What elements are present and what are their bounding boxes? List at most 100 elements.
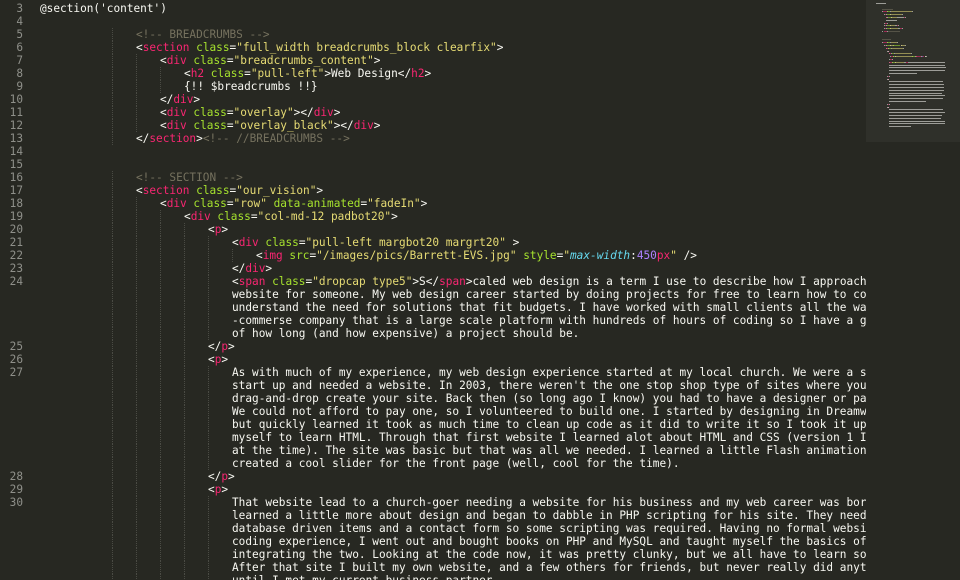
- token: That website lead to a church-goer needi…: [232, 496, 866, 509]
- code-text: <div class="overlay_black"></div>: [160, 119, 380, 132]
- token: <: [160, 197, 167, 210]
- code-line[interactable]: myself to learn HTML. Through that first…: [0, 431, 866, 444]
- code-text: database driven items and a contact form…: [232, 522, 866, 535]
- code-line[interactable]: After that site I built my own website, …: [0, 561, 866, 574]
- indent-guide: [112, 444, 113, 457]
- code-line[interactable]: of how long (and how expensive) a projec…: [0, 327, 866, 340]
- code-line[interactable]: understand the need for solutions that f…: [0, 301, 866, 314]
- code-line[interactable]: 19 <div class="col-md-12 padbot20">: [0, 210, 866, 223]
- indent-guide: [112, 496, 113, 509]
- code-line[interactable]: 6 <section class="full_width breadcrumbs_…: [0, 41, 866, 54]
- code-line[interactable]: 29 <p>: [0, 483, 866, 496]
- code-line[interactable]: learned a little more about design and b…: [0, 509, 866, 522]
- indent-guide: [136, 548, 137, 561]
- code-line[interactable]: 7 <div class="breadcrumbs_content">: [0, 54, 866, 67]
- indent-guide: [208, 574, 209, 580]
- code-line[interactable]: 21 <div class="pull-left margbot20 margrt…: [0, 236, 866, 249]
- token: </: [208, 470, 222, 483]
- code-line[interactable]: We could not afford to pay one, so I vol…: [0, 405, 866, 418]
- token: class: [193, 197, 227, 210]
- code-line[interactable]: 4: [0, 15, 866, 28]
- code-line[interactable]: 13 </section><!-- //BREADCRUMBS -->: [0, 132, 866, 145]
- indent-guide: [160, 67, 161, 80]
- token: "our_vision": [236, 184, 317, 197]
- code-line[interactable]: 15: [0, 158, 866, 171]
- indent-guide: [208, 431, 209, 444]
- indent-guide: [160, 275, 161, 288]
- token: <: [184, 210, 191, 223]
- indent-guide: [112, 314, 113, 327]
- code-line[interactable]: 18 <div class="row" data-animated="fadeIn…: [0, 197, 866, 210]
- code-line[interactable]: coding experience, I went out and bought…: [0, 535, 866, 548]
- line-number: 11: [9, 106, 23, 119]
- code-line[interactable]: 14: [0, 145, 866, 158]
- code-line[interactable]: 3 @section('content'): [0, 2, 866, 15]
- token: div: [245, 262, 266, 275]
- line-number: 27: [9, 366, 23, 379]
- line-number: 14: [9, 145, 23, 158]
- minimap-stroke: [888, 106, 889, 108]
- code-editor[interactable]: 3 @section('content') 4 5 <!-- BREADCRUMBS -…: [0, 0, 866, 580]
- code-line[interactable]: website for someone. My web design caree…: [0, 288, 866, 301]
- code-line[interactable]: 17 <section class="our_vision">: [0, 184, 866, 197]
- code-line[interactable]: 30 That website lead to a church-goer nee…: [0, 496, 866, 509]
- minimap-stroke: [888, 92, 943, 94]
- code-line[interactable]: 22 <img src="/images/pics/Barrett-EVS.jpg…: [0, 249, 866, 262]
- indent-guide: [112, 119, 113, 132]
- token: ></: [293, 106, 314, 119]
- code-line[interactable]: 25 </p>: [0, 340, 866, 353]
- indent-guide: [160, 262, 161, 275]
- code-line[interactable]: 24 <span class="dropcap type5">S</span>ca…: [0, 275, 866, 288]
- code-line[interactable]: 5 <!-- BREADCRUMBS -->: [0, 28, 866, 41]
- token: max-width: [570, 249, 631, 262]
- token: :: [630, 249, 637, 262]
- minimap-stroke: [925, 56, 927, 58]
- token: div: [190, 210, 211, 223]
- minimap-stroke: [895, 56, 912, 58]
- indent-guide: [160, 236, 161, 249]
- code-line[interactable]: 8 <h2 class="pull-left">Web Design</h2>: [0, 67, 866, 80]
- minimap-stroke: [888, 50, 889, 52]
- indent-guide: [184, 405, 185, 418]
- code-line[interactable]: 16 <!-- SECTION -->: [0, 171, 866, 184]
- indent-guide: [160, 353, 161, 366]
- code-line[interactable]: drag-and-drop create your site. Back the…: [0, 392, 866, 405]
- indent-guide: [136, 496, 137, 509]
- code-line[interactable]: 26 <p>: [0, 353, 866, 366]
- code-line[interactable]: but quickly learned it took as much time…: [0, 418, 866, 431]
- code-line[interactable]: created a cool slider for the front page…: [0, 457, 866, 470]
- code-line[interactable]: database driven items and a contact form…: [0, 522, 866, 535]
- indent-guide: [160, 444, 161, 457]
- code-line[interactable]: 10 </div>: [0, 93, 866, 106]
- indent-guide: [112, 405, 113, 418]
- token: learned a little more about design and b…: [232, 509, 866, 522]
- code-line[interactable]: 28 </p>: [0, 470, 866, 483]
- indent-guide: [112, 106, 113, 119]
- code-line[interactable]: 11 <div class="overlay"></div>: [0, 106, 866, 119]
- minimap-stroke: [898, 25, 899, 27]
- code-text: As with much of my experience, my web de…: [232, 366, 866, 379]
- code-line[interactable]: 9 {!! $breadcrumbs !!}: [0, 80, 866, 93]
- code-line[interactable]: 20 <p>: [0, 223, 866, 236]
- indent-guide: [112, 262, 113, 275]
- token: >: [228, 340, 235, 353]
- code-line[interactable]: start up and needed a website. In 2003, …: [0, 379, 866, 392]
- code-line[interactable]: until I met my current business partner.: [0, 574, 866, 580]
- code-line[interactable]: 23 </div>: [0, 262, 866, 275]
- code-line[interactable]: -commerse company that is a large scale …: [0, 314, 866, 327]
- minimap-stroke: [888, 70, 946, 72]
- minimap[interactable]: [866, 0, 960, 580]
- token: After that site I built my own website, …: [232, 561, 866, 574]
- indent-guide: [160, 327, 161, 340]
- code-text: <div class="row" data-animated="fadeIn">: [160, 197, 427, 210]
- code-line[interactable]: 27 As with much of my experience, my web …: [0, 366, 866, 379]
- token: =: [250, 210, 258, 223]
- indent-guide: [136, 210, 137, 223]
- token: ": [670, 249, 677, 262]
- minimap-stroke: [887, 31, 900, 32]
- code-text: {!! $breadcrumbs !!}: [184, 80, 318, 93]
- code-line[interactable]: integrating the two. Looking at the code…: [0, 548, 866, 561]
- indent-guide: [184, 353, 185, 366]
- code-line[interactable]: at the time). The site was basic but tha…: [0, 444, 866, 457]
- code-line[interactable]: 12 <div class="overlay_black"></div>: [0, 119, 866, 132]
